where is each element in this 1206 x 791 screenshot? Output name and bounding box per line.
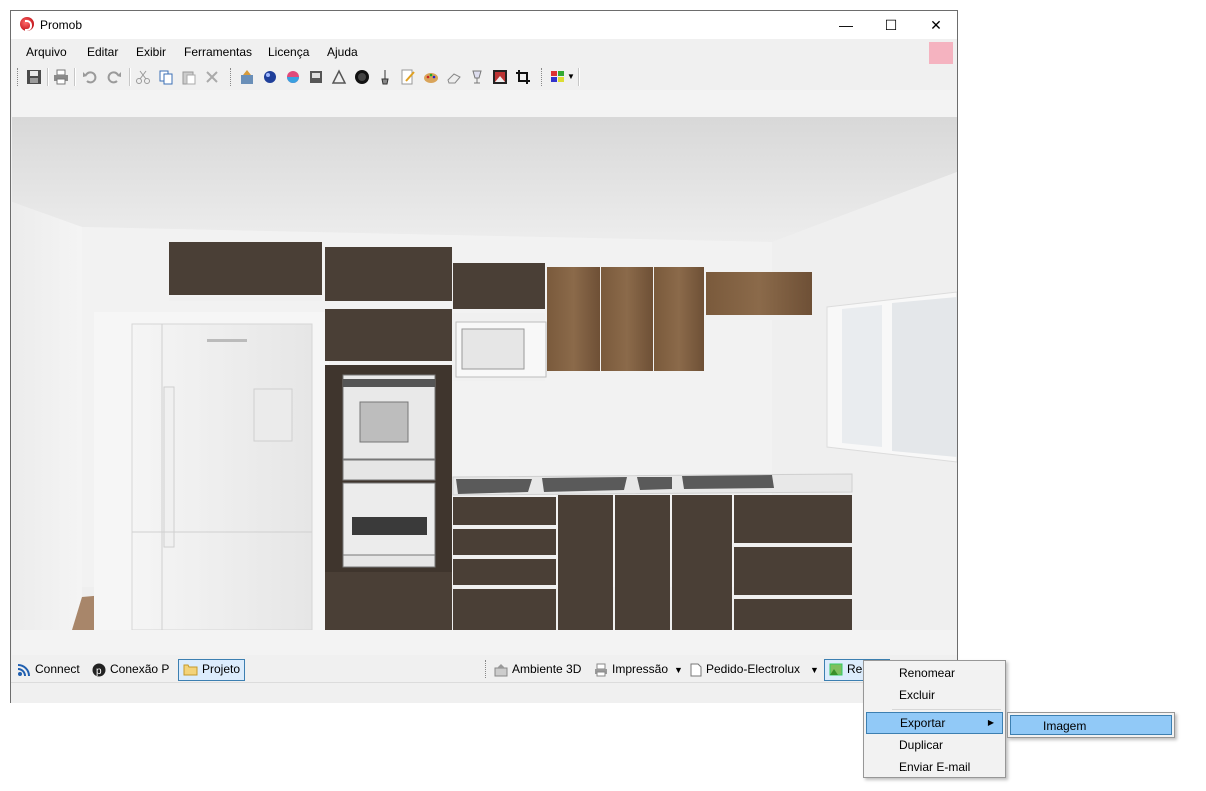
print-icon[interactable] [53,69,69,85]
eraser-icon[interactable] [446,69,462,85]
menu-licenca[interactable]: Licença [268,45,309,59]
submenu-arrow-icon: ▶ [987,718,994,727]
tab-ambiente-label: Ambiente 3D [512,662,582,676]
minimize-button[interactable]: — [823,11,869,39]
toolbar-separator [47,68,49,86]
undo-icon[interactable] [82,69,98,85]
status-bar [11,682,957,703]
promob-window: Promob — ☐ ✕ Arquivo Editar Exibir Ferra… [10,10,958,703]
menu-item-excluir[interactable]: Excluir [866,684,1003,706]
crop-icon[interactable] [515,69,531,85]
context-menu: Renomear Excluir Exportar ▶ Duplicar Env… [863,660,1006,778]
toolbar-grip[interactable] [17,68,20,86]
menu-arquivo[interactable]: Arquivo [26,45,67,59]
menu-item-enviar-email[interactable]: Enviar E-mail [866,756,1003,778]
menu-editar[interactable]: Editar [87,45,118,59]
menu-item-exportar-label: Exportar [900,716,946,730]
document-icon [690,663,702,677]
menu-bar: Arquivo Editar Exibir Ferramentas Licenç… [11,40,957,62]
impressao-dropdown-icon[interactable]: ▼ [674,665,683,675]
kitchen-render-image[interactable] [12,117,957,630]
menu-ferramentas[interactable]: Ferramentas [184,45,252,59]
tab-conexao[interactable]: p Conexão P [92,659,169,679]
promob-logo-icon [20,17,34,31]
menu-item-renomear[interactable]: Renomear [866,662,1003,684]
layout-icon[interactable] [550,69,566,85]
tab-grip [485,660,488,678]
bottom-tab-bar: Connect p Conexão P Projeto Ambiente 3D I… [11,656,957,682]
color-swatch[interactable] [929,42,953,65]
toolbar-separator [74,68,76,86]
tab-projeto[interactable]: Projeto [178,659,246,681]
tab-ambiente-3d[interactable]: Ambiente 3D [494,659,581,679]
scene-icon[interactable] [239,69,255,85]
svg-text:p: p [96,666,102,677]
render-image-icon [829,663,843,676]
toolbar-separator [129,68,131,86]
photo-icon[interactable] [492,69,508,85]
layout-dropdown-icon[interactable]: ▼ [567,72,575,81]
menu-ajuda[interactable]: Ajuda [327,45,358,59]
rss-icon [17,663,30,676]
glass-icon[interactable] [469,69,485,85]
triangle-icon[interactable] [331,69,347,85]
pedido-dropdown-icon[interactable]: ▼ [810,665,819,675]
tab-conexao-label: Conexão P [110,662,170,676]
menu-item-duplicar[interactable]: Duplicar [866,734,1003,756]
impressao-icon [595,663,607,677]
menu-item-exportar[interactable]: Exportar ▶ [866,712,1003,734]
promob-p-icon: p [92,663,106,677]
tab-pedido-label: Pedido-Electrolux [706,662,801,676]
main-toolbar: ▼ [11,64,957,90]
tab-projeto-label: Projeto [202,662,241,676]
tab-connect[interactable]: Connect [17,659,80,679]
menu-exibir[interactable]: Exibir [136,45,166,59]
palette-icon[interactable] [423,69,439,85]
close-button[interactable]: ✕ [913,11,959,39]
tab-impressao-label: Impressão [612,662,669,676]
tab-connect-label: Connect [35,662,80,676]
window-title: Promob [40,18,83,32]
tab-impressao[interactable]: Impressão [594,659,668,679]
color-sphere-icon[interactable] [285,69,301,85]
render-icon[interactable] [308,69,324,85]
toolbar-grip[interactable] [541,68,544,86]
folder-icon [183,664,198,676]
paste-icon[interactable] [181,69,197,85]
edit-icon[interactable] [400,69,416,85]
lamp-icon[interactable] [377,69,393,85]
sphere-icon[interactable] [262,69,278,85]
menu-separator [892,709,1001,710]
render-viewport[interactable] [12,90,957,655]
delete-icon[interactable] [204,69,220,85]
title-bar: Promob — ☐ ✕ [11,11,957,39]
maximize-button[interactable]: ☐ [868,11,914,39]
copy-icon[interactable] [158,69,174,85]
toolbar-separator [578,68,580,86]
tab-pedido-electrolux[interactable]: Pedido-Electrolux [690,659,800,679]
toolbar-grip[interactable] [230,68,233,86]
ambiente-3d-icon [494,663,508,677]
save-icon[interactable] [26,69,42,85]
redo-icon[interactable] [106,69,122,85]
light-icon[interactable] [354,69,370,85]
menu-item-imagem[interactable]: Imagem [1010,715,1172,735]
cut-icon[interactable] [135,69,151,85]
exportar-submenu: Imagem [1007,712,1175,738]
